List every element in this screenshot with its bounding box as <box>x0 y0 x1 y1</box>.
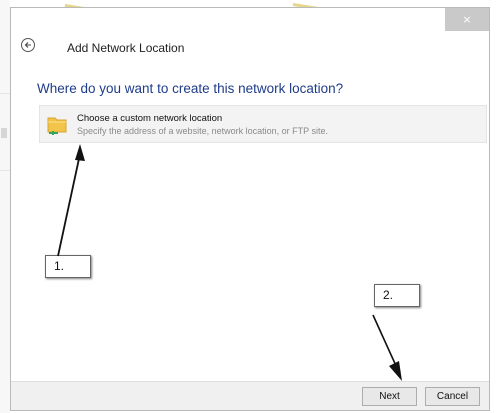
background-stub <box>1 128 7 138</box>
option-description: Specify the address of a website, networ… <box>77 126 328 136</box>
back-button[interactable] <box>21 38 35 52</box>
annotation-callout-2: 2. <box>374 284 420 307</box>
background-window-edge <box>0 0 10 413</box>
background-divider <box>0 170 10 171</box>
cancel-button[interactable]: Cancel <box>425 387 480 406</box>
next-button[interactable]: Next <box>362 387 417 406</box>
close-icon: × <box>462 13 472 26</box>
add-network-location-dialog: × Add Network Location Where do you want… <box>10 7 490 411</box>
page-heading: Where do you want to create this network… <box>37 81 344 96</box>
dialog-title: Add Network Location <box>67 41 185 55</box>
annotation-callout-1: 1. <box>45 255 91 278</box>
back-arrow-icon <box>24 42 31 48</box>
folder-network-icon <box>47 117 67 135</box>
dialog-footer: Next Cancel <box>11 381 489 410</box>
background-divider <box>0 93 10 94</box>
close-button[interactable]: × <box>445 8 489 31</box>
option-title: Choose a custom network location <box>77 113 223 124</box>
custom-network-location-option[interactable]: Choose a custom network location Specify… <box>39 105 487 143</box>
